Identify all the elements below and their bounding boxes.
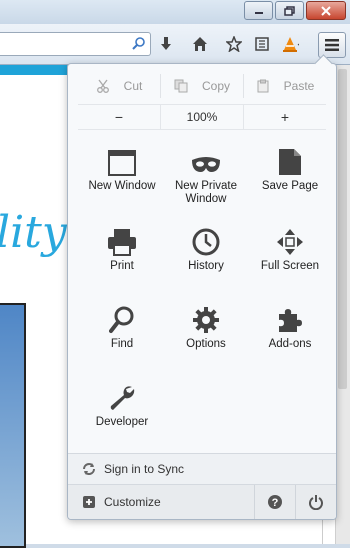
find-button[interactable]: Find — [80, 300, 164, 370]
footer-actions: ? — [254, 485, 336, 519]
find-magnifier-icon — [109, 300, 135, 334]
scissors-icon — [96, 79, 109, 93]
print-button[interactable]: Print — [80, 222, 164, 292]
zoom-reset-button[interactable]: 100% — [160, 105, 244, 129]
paste-button[interactable]: Paste — [244, 74, 326, 98]
save-page-button[interactable]: Save Page — [248, 142, 332, 212]
copy-icon — [174, 79, 188, 93]
add-ons-label: Add-ons — [268, 338, 312, 350]
paste-icon — [257, 79, 269, 93]
panel-footer: Customize ? — [68, 484, 336, 519]
print-label: Print — [110, 260, 134, 272]
save-page-label: Save Page — [261, 180, 319, 192]
window-controls — [244, 1, 346, 20]
reading-list-icon[interactable] — [251, 33, 273, 55]
new-window-label: New Window — [88, 180, 156, 192]
cut-button[interactable]: Cut — [78, 74, 161, 98]
minimize-icon — [254, 11, 263, 14]
history-button[interactable]: History — [164, 222, 248, 292]
background-image — [0, 303, 26, 548]
minimize-button[interactable] — [244, 1, 273, 20]
full-screen-label: Full Screen — [260, 260, 320, 272]
svg-text:?: ? — [272, 497, 279, 509]
new-window-icon — [108, 142, 136, 176]
page-scrollbar[interactable] — [335, 65, 350, 544]
customize-button[interactable]: Customize — [82, 495, 161, 509]
home-icon[interactable] — [189, 33, 211, 55]
copy-label: Copy — [201, 79, 230, 93]
search-icon[interactable] — [132, 36, 146, 53]
options-button[interactable]: Options — [164, 300, 248, 370]
cut-label: Cut — [123, 79, 143, 93]
options-gear-icon — [192, 300, 220, 334]
download-icon[interactable] — [155, 33, 177, 55]
sync-icon — [83, 463, 95, 475]
help-button[interactable]: ? — [254, 485, 295, 519]
find-label: Find — [110, 338, 134, 350]
fullscreen-icon — [276, 222, 304, 256]
developer-button[interactable]: Developer — [80, 378, 164, 448]
title-bar — [0, 0, 350, 24]
main-menu-panel: Cut Copy Paste − 100% + New Window New P… — [67, 54, 337, 520]
history-clock-icon — [192, 222, 220, 256]
scrollbar-thumb[interactable] — [338, 69, 347, 389]
developer-label: Developer — [95, 416, 149, 428]
history-label: History — [188, 260, 224, 272]
paste-label: Paste — [283, 79, 315, 93]
sign-in-to-sync-label: Sign in to Sync — [104, 462, 185, 476]
options-label: Options — [186, 338, 226, 350]
zoom-out-button[interactable]: − — [78, 105, 160, 129]
customize-plus-icon — [83, 496, 95, 508]
full-screen-button[interactable]: Full Screen — [248, 222, 332, 292]
navigation-toolbar — [0, 24, 350, 65]
close-icon — [321, 5, 331, 16]
power-icon — [309, 495, 323, 510]
help-icon: ? — [268, 495, 282, 509]
quit-button[interactable] — [295, 485, 336, 519]
print-icon — [107, 222, 137, 256]
add-ons-button[interactable]: Add-ons — [248, 300, 332, 370]
save-page-icon — [278, 142, 302, 176]
url-search-bar[interactable] — [0, 32, 151, 56]
bookmark-star-icon[interactable] — [223, 33, 245, 55]
new-private-window-button[interactable]: New Private Window — [164, 142, 248, 212]
zoom-in-button[interactable]: + — [244, 105, 326, 129]
new-private-window-label: New Private Window — [175, 180, 237, 205]
private-mask-icon — [191, 142, 221, 176]
addons-puzzle-icon — [276, 300, 304, 334]
close-button[interactable] — [306, 1, 346, 20]
page-header-bar — [0, 65, 68, 75]
restore-button[interactable] — [275, 1, 304, 20]
customize-label: Customize — [104, 495, 161, 509]
zoom-controls: − 100% + — [78, 104, 326, 130]
restore-icon — [283, 5, 295, 16]
vlc-cone-icon[interactable] — [279, 33, 301, 55]
developer-wrench-icon — [108, 378, 136, 412]
hamburger-menu-icon — [325, 39, 339, 51]
copy-button[interactable]: Copy — [161, 74, 244, 98]
new-window-button[interactable]: New Window — [80, 142, 164, 212]
sign-in-to-sync-button[interactable]: Sign in to Sync — [68, 453, 336, 484]
edit-controls: Cut Copy Paste — [78, 74, 326, 98]
background-heading-text: lity — [0, 207, 67, 258]
